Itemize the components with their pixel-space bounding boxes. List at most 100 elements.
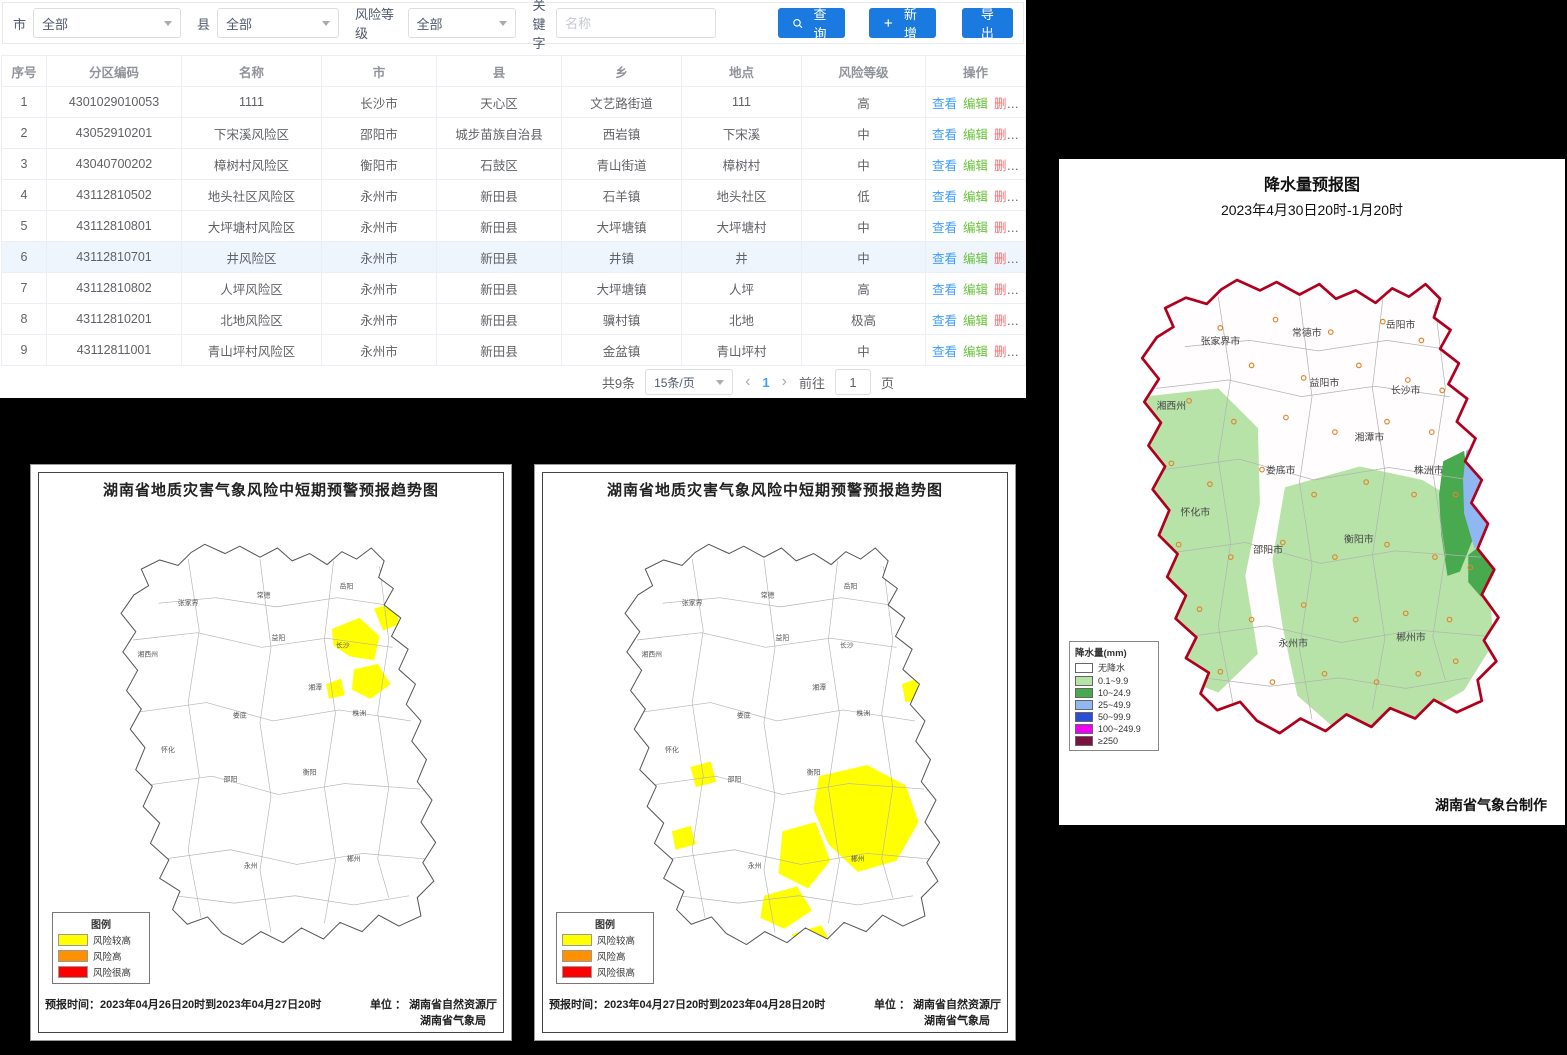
delete-link[interactable]: 删除 — [994, 221, 1019, 235]
view-link[interactable]: 查看 — [932, 283, 957, 297]
city-label: 益阳市 — [1310, 376, 1340, 389]
view-link[interactable]: 查看 — [932, 97, 957, 111]
table-cell: 中 — [802, 118, 926, 149]
legend-label: 100~249.9 — [1098, 724, 1141, 734]
table-cell: 长沙市 — [322, 87, 437, 118]
view-link[interactable]: 查看 — [932, 190, 957, 204]
delete-link[interactable]: 删除 — [994, 252, 1019, 266]
precip-map-title: 降水量预报图 — [1059, 171, 1565, 195]
delete-link[interactable]: 删除 — [994, 128, 1019, 142]
table-cell: 井镇 — [562, 242, 682, 273]
delete-link[interactable]: 删除 — [994, 283, 1019, 297]
view-link[interactable]: 查看 — [932, 159, 957, 173]
edit-link[interactable]: 编辑 — [963, 221, 988, 235]
table-cell: 樟树村风险区 — [182, 149, 322, 180]
page-size-select[interactable]: 15条/页 — [645, 369, 733, 395]
goto-page-input[interactable] — [835, 369, 871, 395]
edit-link[interactable]: 编辑 — [963, 128, 988, 142]
table-cell: 7 — [2, 273, 47, 304]
city-label: 长沙 — [840, 640, 854, 649]
edit-link[interactable]: 编辑 — [963, 190, 988, 204]
legend-item: 风险很高 — [58, 965, 144, 979]
view-link[interactable]: 查看 — [932, 252, 957, 266]
table-row[interactable]: 543112810801大坪塘村风险区永州市新田县大坪塘镇大坪塘村中查看编辑删除 — [2, 211, 1026, 242]
legend-item: 0.1~9.9 — [1075, 676, 1153, 686]
city-label: 株洲市 — [1414, 464, 1444, 477]
table-cell: 青山街道 — [562, 149, 682, 180]
table-row[interactable]: 243052910201下宋溪风险区邵阳市城步苗族自治县西岩镇下宋溪中查看编辑删… — [2, 118, 1026, 149]
table-row[interactable]: 743112810802人坪风险区永州市新田县大坪塘镇人坪高查看编辑删除 — [2, 273, 1026, 304]
table-row[interactable]: 843112810201北地风险区永州市新田县骥村镇北地极高查看编辑删除 — [2, 304, 1026, 335]
city-filter-select[interactable]: 全部 — [33, 8, 181, 38]
city-label: 衡阳 — [807, 767, 821, 776]
table-row[interactable]: 643112810701井风险区永州市新田县井镇井中查看编辑删除 — [2, 242, 1026, 273]
edit-link[interactable]: 编辑 — [963, 283, 988, 297]
table-cell: 43112810502 — [47, 180, 182, 211]
table-row[interactable]: 943112811001青山坪村风险区永州市新田县金盆镇青山坪村中查看编辑删除 — [2, 335, 1026, 366]
search-icon — [792, 17, 803, 30]
table-cell: 43112810802 — [47, 273, 182, 304]
trend-map-title: 湖南省地质灾害气象风险中短期预警预报趋势图 — [607, 479, 943, 500]
table-cell: 永州市 — [322, 242, 437, 273]
actions-cell: 查看编辑删除 — [926, 180, 1026, 211]
legend-item: 10~24.9 — [1075, 688, 1153, 698]
chevron-down-icon — [164, 21, 172, 26]
edit-link[interactable]: 编辑 — [963, 97, 988, 111]
table-row[interactable]: 143010290100531111长沙市天心区文艺路街道111高查看编辑删除 — [2, 87, 1026, 118]
legend-swatch — [1075, 700, 1093, 710]
view-link[interactable]: 查看 — [932, 128, 957, 142]
table-cell: 大坪塘镇 — [562, 273, 682, 304]
delete-link[interactable]: 删除 — [994, 314, 1019, 328]
edit-link[interactable]: 编辑 — [963, 252, 988, 266]
risk-zone-management-panel: 市 全部 县 全部 风险等级 全部 关键字 — [0, 0, 1026, 398]
view-link[interactable]: 查看 — [932, 345, 957, 359]
edit-link[interactable]: 编辑 — [963, 345, 988, 359]
keyword-filter-label: 关键字 — [532, 0, 549, 52]
export-button[interactable]: 导出 — [962, 8, 1013, 38]
search-button[interactable]: 查询 — [778, 8, 845, 38]
city-label: 张家界 — [682, 598, 703, 607]
table-cell: 新田县 — [437, 180, 562, 211]
table-body: 143010290100531111长沙市天心区文艺路街道111高查看编辑删除2… — [2, 87, 1026, 366]
table-row[interactable]: 343040700202樟树村风险区衡阳市石鼓区青山街道樟树村中查看编辑删除 — [2, 149, 1026, 180]
view-link[interactable]: 查看 — [932, 314, 957, 328]
next-page-button[interactable]: › — [780, 373, 789, 391]
current-page[interactable]: 1 — [762, 375, 769, 390]
prev-page-button[interactable]: ‹ — [743, 373, 752, 391]
table-cell: 井 — [682, 242, 802, 273]
delete-link[interactable]: 删除 — [994, 345, 1019, 359]
table-cell: 文艺路街道 — [562, 87, 682, 118]
city-label: 怀化 — [665, 745, 679, 754]
city-label: 衡阳 — [303, 767, 317, 776]
city-label: 邵阳 — [224, 775, 238, 784]
county-filter: 县 全部 — [197, 8, 339, 38]
keyword-input[interactable] — [556, 8, 716, 38]
add-button[interactable]: 新增 — [869, 8, 935, 38]
table-cell: 1111 — [182, 87, 322, 118]
county-filter-select[interactable]: 全部 — [217, 8, 339, 38]
risk-level-filter-select[interactable]: 全部 — [408, 8, 517, 38]
table-cell: 中 — [802, 211, 926, 242]
table-row[interactable]: 443112810502地头社区风险区永州市新田县石羊镇地头社区低查看编辑删除 — [2, 180, 1026, 211]
actions-cell: 查看编辑删除 — [926, 149, 1026, 180]
risk-zone-table: 序号分区编码名称市县乡地点风险等级操作 143010290100531111长沙… — [1, 55, 1026, 366]
delete-link[interactable]: 删除 — [994, 97, 1019, 111]
city-label: 益阳 — [271, 633, 285, 642]
table-cell: 43112810201 — [47, 304, 182, 335]
delete-link[interactable]: 删除 — [994, 190, 1019, 204]
table-cell: 人坪风险区 — [182, 273, 322, 304]
column-header: 地点 — [682, 56, 802, 87]
search-button-label: 查询 — [809, 4, 832, 42]
view-link[interactable]: 查看 — [932, 221, 957, 235]
edit-link[interactable]: 编辑 — [963, 314, 988, 328]
table-cell: 高 — [802, 87, 926, 118]
city-label: 常德市 — [1292, 326, 1322, 339]
delete-link[interactable]: 删除 — [994, 159, 1019, 173]
unit-line: 湖南省自然资源厅 — [913, 996, 1001, 1012]
table-cell: 5 — [2, 211, 47, 242]
edit-link[interactable]: 编辑 — [963, 159, 988, 173]
table-cell: 井风险区 — [182, 242, 322, 273]
table-cell: 高 — [802, 273, 926, 304]
table-cell: 石羊镇 — [562, 180, 682, 211]
table-cell: 中 — [802, 149, 926, 180]
